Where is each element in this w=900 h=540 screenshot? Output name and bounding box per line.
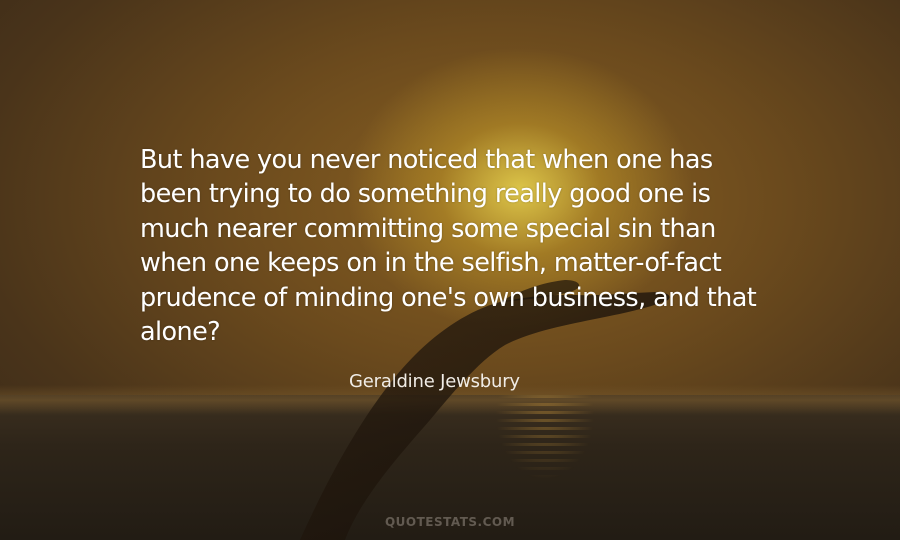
quote-line: been trying to do something really good … (140, 179, 711, 210)
quote-line: when one keeps on in the selfish, matter… (140, 248, 722, 279)
quote-line: But have you never noticed that when one… (140, 145, 713, 175)
quote-text: But have you never noticed that when one… (140, 143, 860, 349)
quote-line: much nearer committing some special sin … (140, 213, 716, 244)
site-watermark: QUOTESTATS.COM (384, 515, 516, 529)
quote-card: But have you never noticed that when one… (0, 0, 900, 540)
quote-line: alone? (140, 317, 221, 348)
quote-line: prudence of minding one's own business, … (140, 282, 757, 313)
quote-author: Geraldine Jewsbury (349, 371, 520, 392)
